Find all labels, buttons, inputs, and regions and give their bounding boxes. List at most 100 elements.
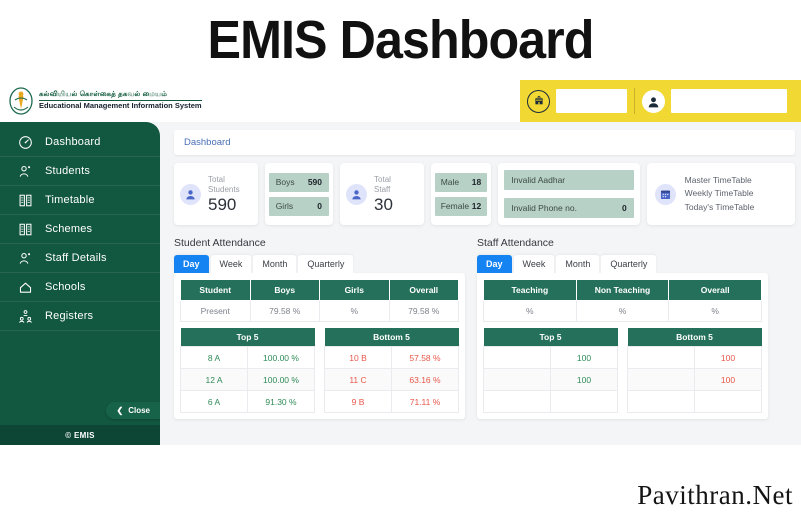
main-content: Dashboard Total Students 590 Boys 590 Gi… — [160, 122, 801, 445]
female-value: 12 — [471, 201, 482, 211]
tab-week[interactable]: Week — [210, 255, 252, 273]
student-top5-title: Top 5 — [180, 328, 315, 347]
table-row: 100 — [627, 368, 762, 391]
invalid-phone-value: 0 — [621, 203, 627, 213]
sidebar-item-label: Students — [45, 165, 91, 177]
total-staff-label-1: Total — [374, 175, 391, 184]
sidebar-item-students[interactable]: Students — [0, 157, 160, 186]
sidebar-item-schemes[interactable]: Schemes — [0, 215, 160, 244]
table-row: 100 — [627, 346, 762, 369]
cell-overall-pct: % — [668, 300, 762, 322]
table-row — [627, 390, 762, 413]
staff-bottom5-title: Bottom 5 — [627, 328, 762, 347]
bottom5-name — [627, 368, 695, 391]
sidebar-item-timetable[interactable]: Timetable — [0, 186, 160, 215]
registers-people-icon — [18, 309, 33, 324]
cell-overall-pct: 79.58 % — [388, 300, 459, 322]
school-building-icon — [527, 89, 550, 113]
breadcrumb-label[interactable]: Dashboard — [184, 137, 230, 148]
tab-day[interactable]: Day — [477, 255, 512, 273]
sidebar-item-label: Dashboard — [45, 136, 101, 148]
boys-label: Boys — [275, 177, 295, 187]
total-students-card: Total Students 590 — [174, 163, 258, 225]
student-top5-table: Top 5 8 A 100.00 % 12 A 100.00 % 6 A 91.… — [180, 328, 315, 413]
summary-cards-row: Total Students 590 Boys 590 Girls 0 Tota… — [174, 163, 796, 225]
table-row: 11 C 63.16 % — [324, 368, 459, 391]
master-timetable-link[interactable]: Master TimeTable — [685, 174, 755, 187]
sidebar-item-schools[interactable]: Schools — [0, 273, 160, 302]
sidebar-close-button[interactable]: ❮ Close — [105, 402, 160, 419]
student-attendance-content: Student Boys Girls Overall Present 79.58… — [174, 273, 465, 419]
col-teaching: Teaching — [483, 279, 577, 301]
emis-application-window: கல்வியியல் கொள்கைத் தகவல் மையம் Educatio… — [0, 80, 801, 445]
tab-day[interactable]: Day — [174, 255, 209, 273]
top5-value: 100.00 % — [247, 346, 315, 369]
total-staff-value: 30 — [374, 195, 393, 214]
sidebar-item-label: Staff Details — [45, 252, 107, 264]
sidebar-item-label: Schools — [45, 281, 86, 293]
weekly-timetable-link[interactable]: Weekly TimeTable — [685, 187, 755, 200]
bottom5-name — [627, 390, 695, 413]
col-boys: Boys — [249, 279, 320, 301]
breadcrumb: Dashboard — [174, 130, 795, 155]
brand-english-name: Educational Management Information Syste… — [39, 101, 202, 111]
staff-bottom5-table: Bottom 5 100 100 — [627, 328, 762, 413]
cell-girls-pct: % — [319, 300, 390, 322]
cell-teaching-pct: % — [483, 300, 577, 322]
invalid-phone-pill: Invalid Phone no. 0 — [504, 198, 634, 218]
boys-pill: Boys 590 — [268, 172, 330, 192]
top5-name: 12 A — [180, 368, 248, 391]
student-bottom5-title: Bottom 5 — [324, 328, 459, 347]
top5-name: 6 A — [180, 390, 248, 413]
school-select-input[interactable] — [556, 89, 627, 113]
student-attendance-panel: Student Attendance Day Week Month Quarte… — [174, 237, 465, 419]
top5-value: 91.30 % — [247, 390, 315, 413]
tab-quarterly[interactable]: Quarterly — [601, 255, 657, 273]
staff-top5-table: Top 5 100 100 — [483, 328, 618, 413]
brand-text: கல்வியியல் கொள்கைத் தகவல் மையம் Educatio… — [39, 91, 202, 111]
table-row: Present 79.58 % % 79.58 % — [180, 300, 459, 322]
sidebar-close-label: Close — [128, 406, 150, 415]
students-breakdown-card: Boys 590 Girls 0 — [264, 163, 334, 225]
sidebar-item-registers[interactable]: Registers — [0, 302, 160, 331]
invalid-data-card: Invalid Aadhar Invalid Phone no. 0 — [498, 163, 640, 225]
timetable-card: Master TimeTable Weekly TimeTable Today'… — [646, 163, 796, 225]
sidebar-item-dashboard[interactable]: Dashboard — [0, 128, 160, 157]
col-girls: Girls — [319, 279, 390, 301]
invalid-aadhar-pill: Invalid Aadhar — [504, 170, 634, 190]
cell-present-label: Present — [180, 300, 251, 322]
total-staff-label-2: Staff — [374, 185, 391, 194]
male-value: 18 — [471, 177, 482, 187]
boys-value: 590 — [307, 177, 323, 187]
sidebar-item-staff-details[interactable]: Staff Details — [0, 244, 160, 273]
tab-month[interactable]: Month — [253, 255, 297, 273]
sidebar-footer: © EMIS — [0, 425, 160, 445]
sidebar-item-label: Timetable — [45, 194, 95, 206]
timetable-book-icon — [18, 193, 33, 208]
screenshot-root: EMIS Dashboard கல்வியியல் கொள்கைத் தகவல்… — [0, 0, 801, 517]
top5-value: 100.00 % — [247, 368, 315, 391]
tab-week[interactable]: Week — [513, 255, 555, 273]
female-label: Female — [440, 201, 470, 211]
student-icon — [18, 164, 33, 179]
user-avatar-icon[interactable] — [642, 89, 665, 113]
table-row: 10 B 57.58 % — [324, 346, 459, 369]
cell-boys-pct: 79.58 % — [249, 300, 320, 322]
user-select-input[interactable] — [671, 89, 787, 113]
bottom5-value — [694, 390, 762, 413]
male-pill: Male 18 — [434, 172, 488, 192]
tab-month[interactable]: Month — [556, 255, 600, 273]
bottom5-value: 57.58 % — [391, 346, 459, 369]
bottom5-name — [627, 346, 695, 369]
table-header-row: Student Boys Girls Overall — [180, 279, 459, 301]
table-row: % % % — [483, 300, 762, 322]
tab-quarterly[interactable]: Quarterly — [298, 255, 354, 273]
table-row — [483, 390, 618, 413]
top5-value: 100 — [550, 368, 618, 391]
col-non-teaching: Non Teaching — [575, 279, 670, 301]
top5-name: 8 A — [180, 346, 248, 369]
girls-pill: Girls 0 — [268, 196, 330, 216]
todays-timetable-link[interactable]: Today's TimeTable — [685, 201, 755, 214]
female-pill: Female 12 — [434, 196, 488, 216]
staff-attendance-tabs: Day Week Month Quarterly — [477, 255, 768, 273]
